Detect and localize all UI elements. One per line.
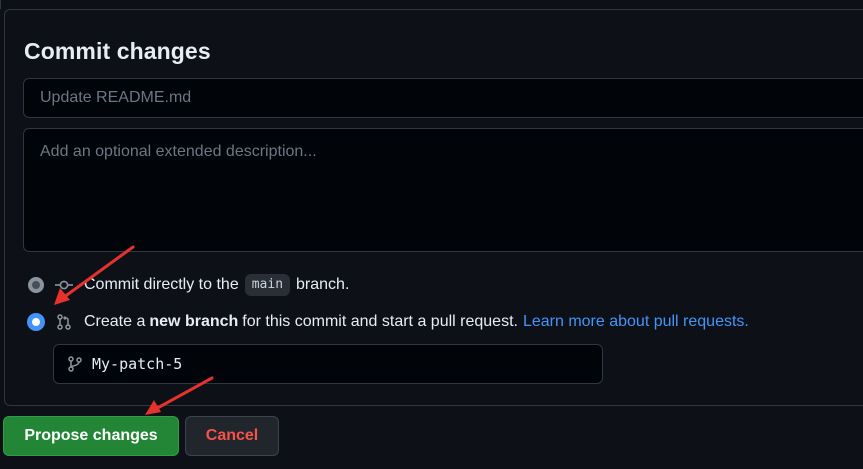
git-commit-icon <box>54 277 74 293</box>
panel-top-edge <box>0 0 863 9</box>
git-branch-icon <box>68 356 82 372</box>
commit-directly-prefix: Commit directly to the <box>84 276 239 293</box>
commit-directly-radio[interactable] <box>28 277 44 293</box>
main-branch-pill: main <box>244 274 291 296</box>
learn-more-pull-requests-link[interactable]: Learn more about pull requests. <box>523 313 749 331</box>
commit-description-input[interactable] <box>23 128 863 252</box>
branch-name-input[interactable] <box>92 345 602 383</box>
branch-name-field[interactable] <box>53 344 603 384</box>
option-new-branch[interactable]: Create a new branch for this commit and … <box>28 310 749 334</box>
new-branch-suffix: for this commit and start a pull request… <box>242 313 518 330</box>
new-branch-bold: new branch <box>149 313 239 330</box>
new-branch-prefix: Create a <box>84 313 146 330</box>
new-branch-radio[interactable] <box>28 314 44 330</box>
cancel-button[interactable]: Cancel <box>185 416 279 456</box>
propose-changes-button[interactable]: Propose changes <box>3 416 179 456</box>
commit-summary-input[interactable] <box>23 78 863 118</box>
git-pull-request-icon <box>54 314 74 330</box>
commit-directly-suffix: branch. <box>296 276 350 293</box>
option-commit-directly[interactable]: Commit directly to the main branch. <box>28 273 349 297</box>
page-title: Commit changes <box>24 38 211 64</box>
commit-page: Commit changes Commit directly to the ma… <box>0 0 863 469</box>
